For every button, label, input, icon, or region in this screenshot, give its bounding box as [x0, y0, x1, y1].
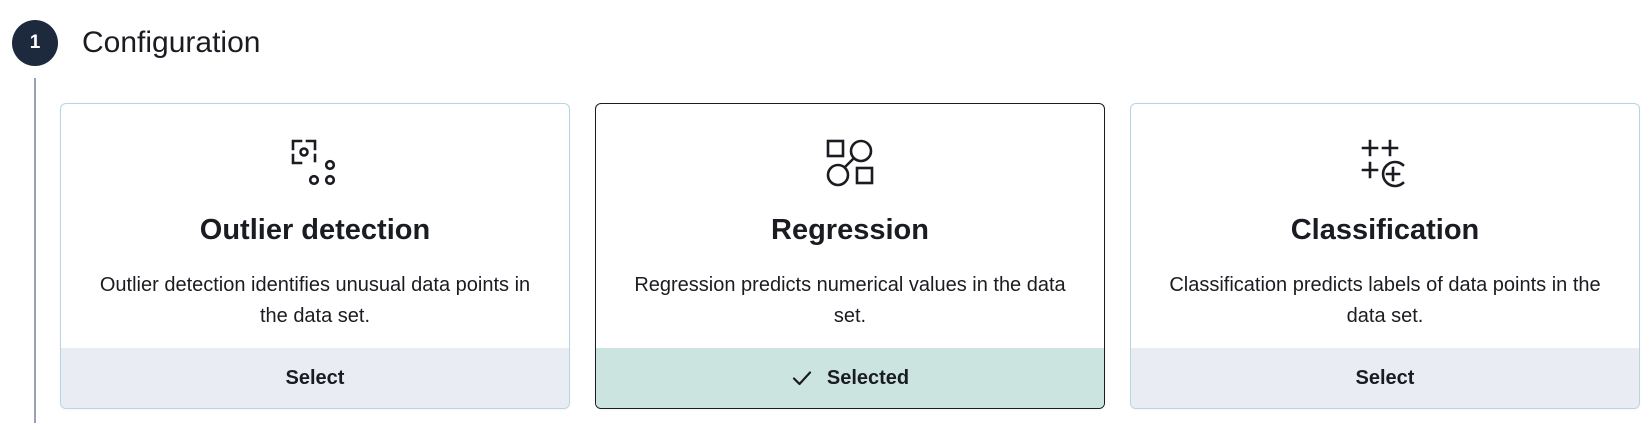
select-button-label: Select — [285, 366, 345, 389]
configuration-step: 1 Configuration Outlier detection Outlie… — [0, 0, 1650, 430]
card-title: Regression — [771, 214, 929, 246]
select-button[interactable]: Select — [1131, 348, 1639, 408]
card-description: Classification predicts labels of data p… — [1169, 274, 1601, 327]
card-title: Classification — [1290, 214, 1480, 246]
selected-button[interactable]: Selected — [596, 348, 1104, 408]
card-classification[interactable]: Classification Classification predicts l… — [1130, 103, 1640, 409]
regression-icon — [824, 137, 876, 189]
select-button[interactable]: Select — [61, 348, 569, 408]
card-description: Regression predicts numerical values in … — [634, 274, 1066, 327]
classification-icon — [1359, 137, 1411, 189]
step-number-badge: 1 — [12, 20, 58, 66]
job-type-cards: Outlier detection Outlier detection iden… — [60, 103, 1640, 413]
step-title: Configuration — [82, 26, 261, 59]
card-title: Outlier detection — [199, 214, 431, 246]
select-button-label: Select — [1355, 366, 1415, 389]
step-rail — [34, 78, 36, 423]
check-icon — [791, 367, 813, 389]
card-description: Outlier detection identifies unusual dat… — [99, 274, 531, 327]
selected-button-label: Selected — [826, 366, 910, 389]
card-outlier-detection[interactable]: Outlier detection Outlier detection iden… — [60, 103, 570, 409]
card-regression[interactable]: Regression Regression predicts numerical… — [595, 103, 1105, 409]
outlier-detection-icon — [289, 137, 341, 189]
